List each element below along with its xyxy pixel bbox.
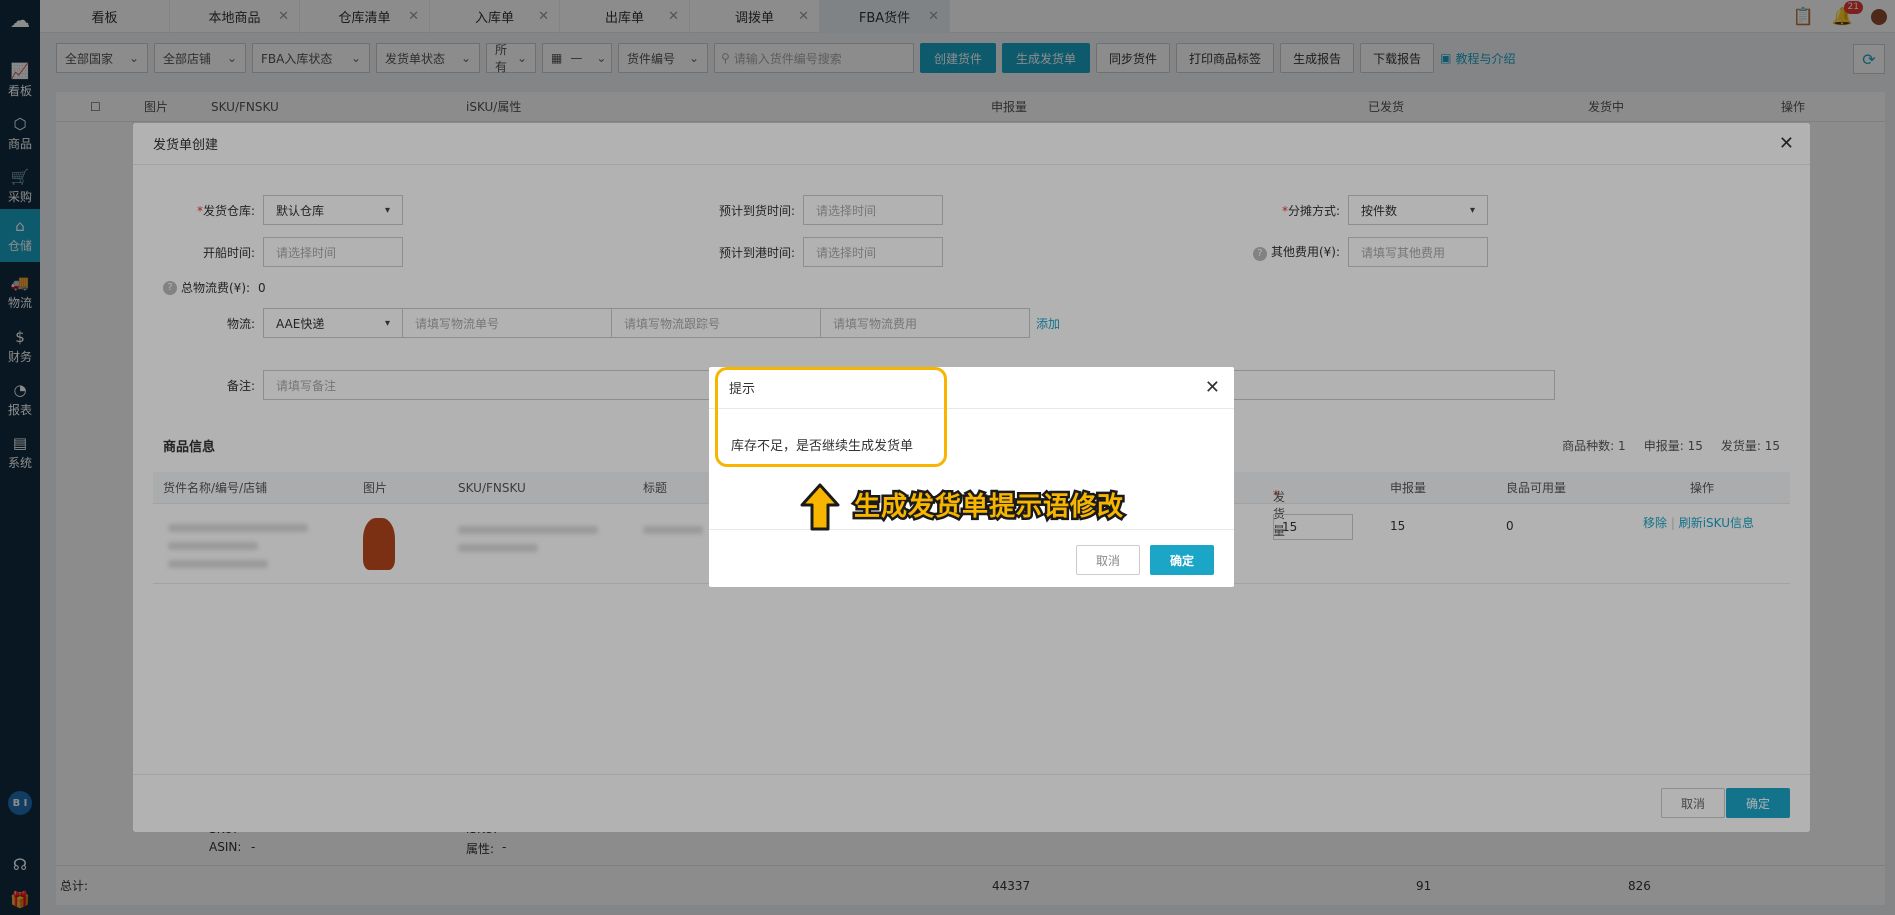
close-icon[interactable]: ✕ [1205, 377, 1220, 398]
highlight-box [715, 367, 947, 467]
annotation-text: 生成发货单提示语修改 [851, 490, 1125, 525]
dialog-cancel-button[interactable]: 取消 [1076, 545, 1140, 575]
up-arrow-icon [800, 483, 840, 531]
dialog-confirm-button[interactable]: 确定 [1150, 545, 1214, 575]
dialog-footer: 取消 确定 [709, 529, 1234, 587]
